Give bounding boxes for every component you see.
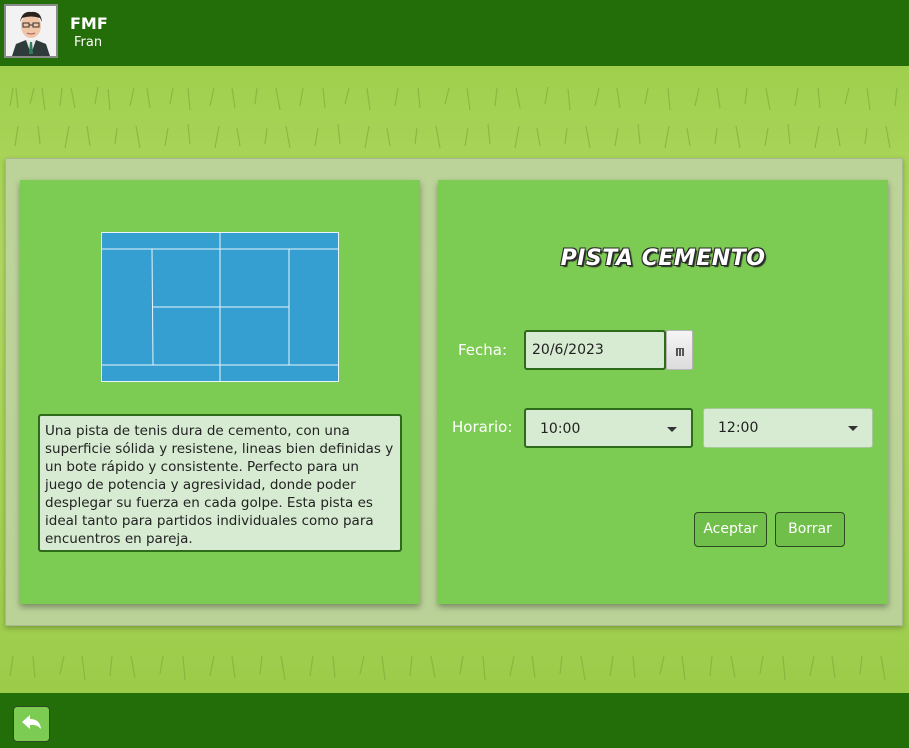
accept-button[interactable]: Aceptar [694, 512, 767, 547]
start-time-select[interactable]: 10:00 [524, 408, 693, 448]
chevron-down-icon [848, 426, 858, 431]
time-label: Horario: [452, 418, 513, 436]
date-picker-button[interactable] [666, 330, 693, 370]
court-description: Una pista de tenis dura de cemento, con … [38, 414, 402, 552]
user-name: Fran [74, 35, 103, 50]
app-title: FMF [70, 14, 108, 33]
date-field[interactable]: 20/6/2023 [524, 330, 666, 370]
chevron-down-icon [667, 427, 677, 432]
end-time-value: 12:00 [718, 420, 759, 436]
back-arrow-icon [22, 715, 41, 729]
court-title: PISTA CEMENTO [560, 246, 766, 271]
calendar-icon [676, 348, 684, 356]
avatar[interactable] [4, 4, 58, 58]
end-time-select[interactable]: 12:00 [703, 408, 873, 448]
start-time-value: 10:00 [540, 421, 581, 437]
tennis-court-image [101, 232, 339, 382]
clear-button[interactable]: Borrar [775, 512, 845, 547]
top-bar: FMF Fran [0, 0, 909, 66]
date-label: Fecha: [458, 341, 508, 359]
back-button[interactable] [13, 706, 50, 742]
bottom-bar [0, 693, 909, 748]
